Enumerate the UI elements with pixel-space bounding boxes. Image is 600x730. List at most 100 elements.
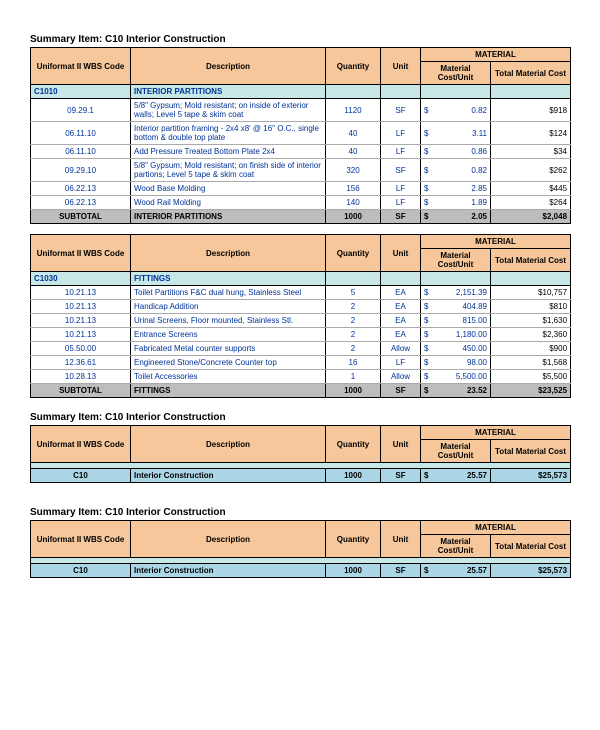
table-row: 06.11.10Add Pressure Treated Bottom Plat… <box>31 145 571 159</box>
table-1: Uniformat II WBS Code Description Quanti… <box>30 47 571 224</box>
cell-qty: 140 <box>326 196 381 210</box>
col-code: Uniformat II WBS Code <box>31 48 131 85</box>
cell-desc: Urinal Screens, Floor mounted, Stainless… <box>131 314 326 328</box>
col-mcu: Material Cost/Unit <box>421 62 491 85</box>
cell-mcu: $2.85 <box>421 182 491 196</box>
col-material: MATERIAL <box>421 521 571 535</box>
col-mcu: Material Cost/Unit <box>421 249 491 272</box>
subtotal-qty: 1000 <box>326 384 381 398</box>
cell-mcu: $98.00 <box>421 356 491 370</box>
cell-desc: Toilet Partitions F&C dual hung, Stainle… <box>131 286 326 300</box>
cell-tmc: $262 <box>491 159 571 182</box>
cell-code: 06.22.13 <box>31 196 131 210</box>
subtotal-unit: SF <box>381 210 421 224</box>
sum-desc: Interior Construction <box>131 469 326 483</box>
cell-unit: LF <box>381 196 421 210</box>
cell-mcu: $450.00 <box>421 342 491 356</box>
col-mcu: Material Cost/Unit <box>421 535 491 558</box>
subtotal-tmc: $2,048 <box>491 210 571 224</box>
cell-unit: SF <box>381 99 421 122</box>
table-row: 10.21.13Urinal Screens, Floor mounted, S… <box>31 314 571 328</box>
cell-desc: Interior partition framing - 2x4 x8' @ 1… <box>131 122 326 145</box>
sum-mcu: $25.57 <box>421 469 491 483</box>
cell-tmc: $5,500 <box>491 370 571 384</box>
table-summary-1: Uniformat II WBS Code Description Quanti… <box>30 425 571 483</box>
cell-tmc: $900 <box>491 342 571 356</box>
col-desc: Description <box>131 48 326 85</box>
cell-code: 10.21.13 <box>31 286 131 300</box>
cell-qty: 2 <box>326 300 381 314</box>
cell-code: 10.21.13 <box>31 328 131 342</box>
cell-unit: Allow <box>381 370 421 384</box>
cell-unit: SF <box>381 159 421 182</box>
cell-code: 09.29.1 <box>31 99 131 122</box>
table-row: 12.36.61Engineered Stone/Concrete Counte… <box>31 356 571 370</box>
sum-qty: 1000 <box>326 564 381 578</box>
col-tmc: Total Material Cost <box>491 535 571 558</box>
cell-unit: EA <box>381 300 421 314</box>
table-row: 05.50.00Fabricated Metal counter support… <box>31 342 571 356</box>
subtotal-label: SUBTOTAL <box>31 210 131 224</box>
cell-desc: Entrance Screens <box>131 328 326 342</box>
cell-unit: EA <box>381 328 421 342</box>
cell-tmc: $124 <box>491 122 571 145</box>
cell-qty: 16 <box>326 356 381 370</box>
cell-desc: Toilet Accessories <box>131 370 326 384</box>
cell-tmc: $1,630 <box>491 314 571 328</box>
col-material: MATERIAL <box>421 235 571 249</box>
cell-unit: LF <box>381 356 421 370</box>
cell-qty: 156 <box>326 182 381 196</box>
cell-tmc: $10,757 <box>491 286 571 300</box>
cell-tmc: $1,568 <box>491 356 571 370</box>
cell-qty: 1 <box>326 370 381 384</box>
table-summary-2: Uniformat II WBS Code Description Quanti… <box>30 520 571 578</box>
col-tmc: Total Material Cost <box>491 440 571 463</box>
table-row: 06.11.10Interior partition framing - 2x4… <box>31 122 571 145</box>
col-unit: Unit <box>381 48 421 85</box>
col-code: Uniformat II WBS Code <box>31 235 131 272</box>
cat-code: C1010 <box>31 85 131 99</box>
cell-qty: 2 <box>326 328 381 342</box>
col-code: Uniformat II WBS Code <box>31 521 131 558</box>
subtotal-mcu: $2.05 <box>421 210 491 224</box>
cell-desc: Wood Base Molding <box>131 182 326 196</box>
col-mcu: Material Cost/Unit <box>421 440 491 463</box>
cell-desc: 5/8" Gypsum; Mold resistant; on inside o… <box>131 99 326 122</box>
cell-tmc: $445 <box>491 182 571 196</box>
cell-code: 10.28.13 <box>31 370 131 384</box>
subtotal-label: SUBTOTAL <box>31 384 131 398</box>
cell-tmc: $264 <box>491 196 571 210</box>
sum-code: C10 <box>31 469 131 483</box>
subtotal-unit: SF <box>381 384 421 398</box>
table-row: 10.21.13Entrance Screens2EA$1,180.00$2,3… <box>31 328 571 342</box>
cell-tmc: $34 <box>491 145 571 159</box>
cell-mcu: $3.11 <box>421 122 491 145</box>
sum-code: C10 <box>31 564 131 578</box>
sum-unit: SF <box>381 469 421 483</box>
col-material: MATERIAL <box>421 426 571 440</box>
sum-desc: Interior Construction <box>131 564 326 578</box>
cell-mcu: $0.82 <box>421 159 491 182</box>
col-code: Uniformat II WBS Code <box>31 426 131 463</box>
cell-code: 12.36.61 <box>31 356 131 370</box>
cell-desc: Add Pressure Treated Bottom Plate 2x4 <box>131 145 326 159</box>
cell-qty: 2 <box>326 342 381 356</box>
cell-mcu: $404.89 <box>421 300 491 314</box>
cell-mcu: $1.89 <box>421 196 491 210</box>
subtotal-desc: FITTINGS <box>131 384 326 398</box>
section-title-3: Summary Item: C10 Interior Construction <box>30 507 570 518</box>
sum-tmc: $25,573 <box>491 469 571 483</box>
cell-code: 06.11.10 <box>31 122 131 145</box>
col-tmc: Total Material Cost <box>491 249 571 272</box>
cell-desc: Fabricated Metal counter supports <box>131 342 326 356</box>
cell-unit: LF <box>381 145 421 159</box>
col-qty: Quantity <box>326 235 381 272</box>
col-qty: Quantity <box>326 521 381 558</box>
sum-unit: SF <box>381 564 421 578</box>
cell-code: 09.29.10 <box>31 159 131 182</box>
cell-code: 05.50.00 <box>31 342 131 356</box>
cat-desc: FITTINGS <box>131 272 326 286</box>
col-desc: Description <box>131 521 326 558</box>
cell-unit: EA <box>381 286 421 300</box>
subtotal-qty: 1000 <box>326 210 381 224</box>
